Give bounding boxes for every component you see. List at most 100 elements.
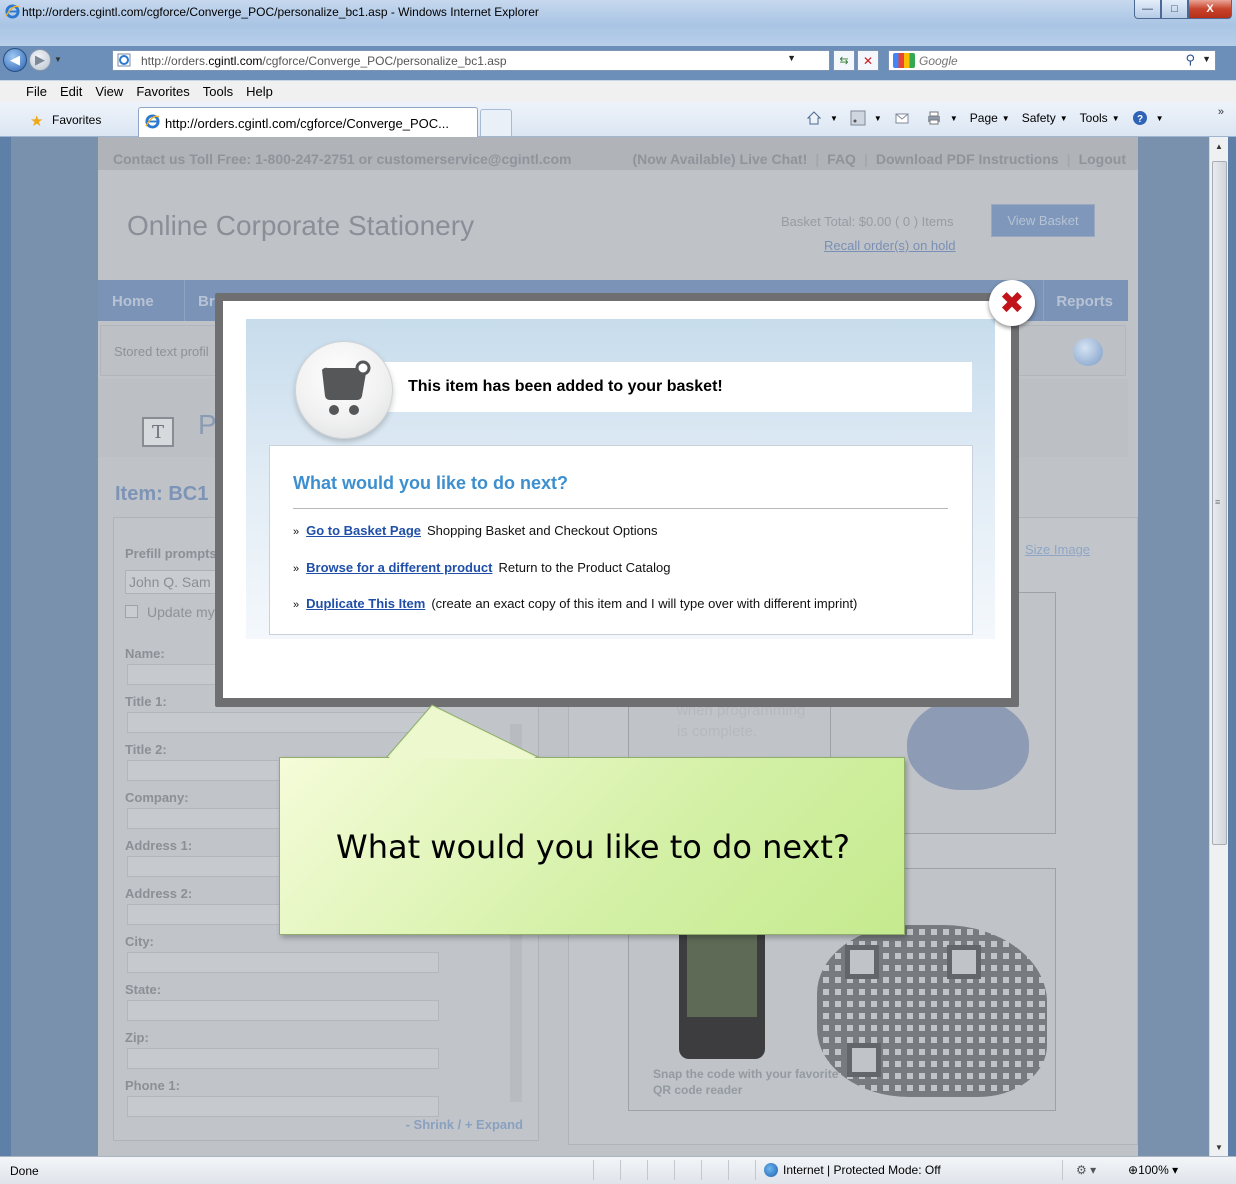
view-basket-button[interactable]: View Basket	[991, 204, 1095, 237]
tab-title: http://orders.cgintl.com/cgforce/Converg…	[165, 116, 449, 131]
next-steps-box: What would you like to do next? » Go to B…	[269, 445, 973, 635]
help-button[interactable]: ? ▼	[1132, 110, 1164, 126]
option-description: (create an exact copy of this item and I…	[431, 596, 858, 611]
nav-browse[interactable]: Br	[198, 293, 215, 310]
field-label-title2: Title 2:	[125, 742, 167, 757]
status-divider	[701, 1160, 702, 1180]
title1-field[interactable]	[127, 712, 439, 733]
update-checkbox[interactable]	[125, 605, 138, 618]
download-pdf-link[interactable]: Download PDF Instructions	[876, 151, 1059, 167]
page-scrollbar[interactable]: ▲ ≡ ▼	[1209, 137, 1228, 1156]
phone1-field[interactable]	[127, 1096, 439, 1117]
new-tab-button[interactable]	[480, 109, 512, 136]
address-url[interactable]: http://orders.cgintl.com/cgforce/Converg…	[141, 54, 507, 68]
added-message: This item has been added to your basket!	[408, 378, 723, 395]
status-text: Done	[10, 1164, 39, 1178]
menu-help[interactable]: Help	[239, 81, 279, 99]
home-icon	[806, 111, 822, 125]
stop-icon[interactable]: ✕	[857, 50, 879, 71]
page-menu[interactable]: Page ▼	[970, 111, 1010, 125]
svg-text:?: ?	[1137, 114, 1143, 125]
live-chat-link[interactable]: (Now Available) Live Chat!	[632, 151, 807, 167]
favorites-star-icon[interactable]: ★	[30, 112, 43, 130]
text-template-icon: T	[142, 417, 174, 447]
security-zone[interactable]: Internet | Protected Mode: Off	[764, 1163, 941, 1177]
print-button[interactable]: ▼	[926, 110, 958, 126]
scroll-down-icon[interactable]: ▼	[1210, 1138, 1228, 1156]
favorites-button[interactable]: Favorites	[52, 113, 101, 127]
menu-tools[interactable]: Tools	[196, 81, 239, 99]
menu-view[interactable]: View	[88, 81, 129, 99]
basket-total: Basket Total: $0.00 ( 0 ) Items	[781, 214, 954, 229]
nav-reports[interactable]: Reports	[1056, 293, 1113, 310]
protected-mode-icon[interactable]: ⚙ ▾	[1076, 1163, 1096, 1177]
search-box[interactable]: ⚲ ▼	[888, 50, 1216, 71]
state-field[interactable]	[127, 1000, 439, 1021]
field-label-title1: Title 1:	[125, 694, 167, 709]
browse-products-link[interactable]: Browse for a different product	[306, 560, 492, 575]
field-label-name: Name:	[125, 646, 165, 661]
tools-menu[interactable]: Tools ▼	[1080, 111, 1120, 125]
status-divider	[620, 1160, 621, 1180]
menu-file[interactable]: File	[0, 81, 53, 99]
address-bar[interactable]: http://orders.cgintl.com/cgforce/Converg…	[112, 50, 830, 71]
status-divider	[755, 1160, 756, 1180]
page-icon	[117, 53, 131, 67]
history-dropdown-icon[interactable]: ▼	[54, 55, 62, 64]
nav-divider	[1043, 280, 1044, 321]
status-divider	[674, 1160, 675, 1180]
mail-button[interactable]	[894, 110, 914, 126]
zoom-level[interactable]: ⊕100% ▾	[1128, 1163, 1178, 1177]
globe-icon	[764, 1163, 778, 1177]
recall-orders-link[interactable]: Recall order(s) on hold	[824, 238, 956, 253]
update-label: Update my	[147, 604, 215, 620]
nav-home[interactable]: Home	[112, 293, 154, 310]
status-bar: Done Internet | Protected Mode: Off ⚙ ▾ …	[0, 1156, 1236, 1184]
divider	[293, 508, 948, 509]
logout-link[interactable]: Logout	[1079, 151, 1126, 167]
added-to-basket-dialog: This item has been added to your basket!…	[215, 293, 1019, 707]
shrink-expand-link[interactable]: - Shrink / + Expand	[406, 1117, 523, 1132]
size-image-link[interactable]: Size Image	[1025, 542, 1090, 557]
field-label-phone1: Phone 1:	[125, 1078, 180, 1093]
menu-favorites[interactable]: Favorites	[129, 81, 195, 99]
qr-instructions: Snap the code with your favorite QR code …	[653, 1067, 839, 1097]
toolbar-overflow-icon[interactable]: »	[1218, 106, 1224, 118]
forward-button[interactable]: ▶	[29, 49, 51, 71]
site-search-button[interactable]	[1073, 338, 1103, 366]
faq-link[interactable]: FAQ	[827, 151, 856, 167]
browser-tab[interactable]: http://orders.cgintl.com/cgforce/Converg…	[138, 107, 478, 137]
window-controls: — □ X	[1134, 0, 1232, 19]
back-button[interactable]: ◀	[3, 48, 27, 72]
search-icon[interactable]: ⚲	[1185, 52, 1195, 68]
field-label-address2: Address 2:	[125, 886, 193, 901]
search-dropdown-icon[interactable]: ▼	[1202, 54, 1211, 64]
close-window-button[interactable]: X	[1188, 0, 1232, 19]
minimize-button[interactable]: —	[1134, 0, 1161, 19]
field-label-company: Company:	[125, 790, 189, 805]
home-button[interactable]: ▼	[806, 110, 838, 126]
field-label-city: City:	[125, 934, 154, 949]
address-dropdown-icon[interactable]: ▼	[787, 53, 796, 63]
refresh-icon[interactable]: ⇆	[833, 50, 855, 71]
dialog-body: This item has been added to your basket!…	[223, 301, 1011, 698]
window-left-border	[0, 137, 11, 1156]
option-go-to-basket: » Go to Basket Page Shopping Basket and Ch…	[293, 523, 658, 538]
search-input[interactable]	[919, 52, 1149, 69]
close-dialog-button[interactable]: ✖	[989, 280, 1035, 326]
go-to-basket-link[interactable]: Go to Basket Page	[306, 523, 421, 538]
next-steps-title: What would you like to do next?	[293, 473, 568, 493]
zip-field[interactable]	[127, 1048, 439, 1069]
stored-text-label: Stored text profil	[114, 344, 209, 359]
piggy-bank-icon	[907, 698, 1029, 790]
safety-menu[interactable]: Safety ▼	[1022, 111, 1068, 125]
scroll-up-icon[interactable]: ▲	[1210, 137, 1228, 155]
feeds-button[interactable]: ▼	[850, 110, 882, 126]
city-field[interactable]	[127, 952, 439, 973]
menu-edit[interactable]: Edit	[53, 81, 88, 99]
maximize-button[interactable]: □	[1161, 0, 1188, 19]
duplicate-item-link[interactable]: Duplicate This Item	[306, 596, 425, 611]
contact-info: Contact us Toll Free: 1-800-247-2751 or …	[113, 151, 572, 167]
product-heading: P	[198, 409, 217, 440]
option-browse: » Browse for a different product Return to…	[293, 560, 671, 575]
